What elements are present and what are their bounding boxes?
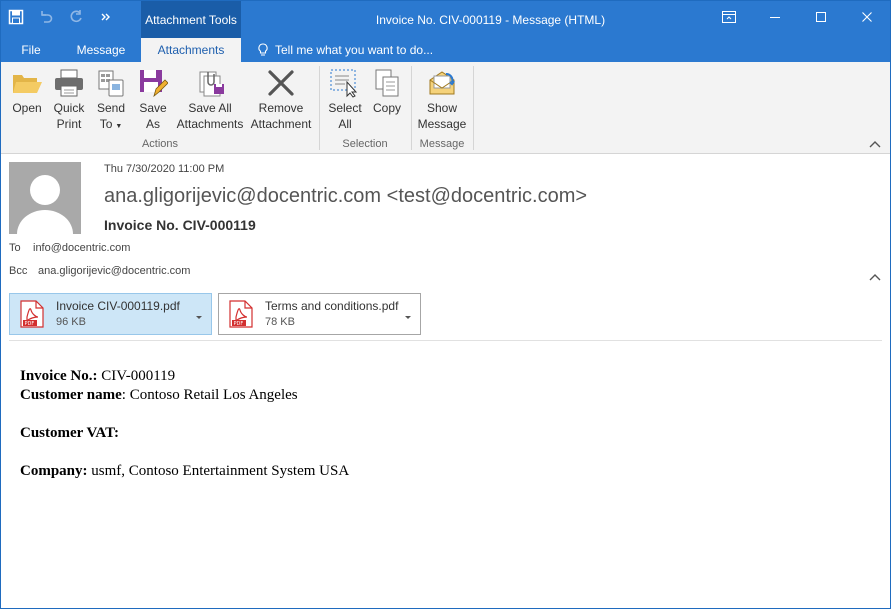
tab-message[interactable]: Message <box>61 38 141 62</box>
select-all-icon <box>328 66 362 100</box>
attachment-dropdown-icon[interactable] <box>404 310 412 324</box>
attachment-name: Invoice CIV-000119.pdf <box>56 299 180 313</box>
message-subject: Invoice No. CIV-000119 <box>104 217 256 233</box>
customize-toolbar-icon[interactable] <box>91 1 121 33</box>
ribbon-separator <box>473 66 474 150</box>
selection-group-label: Selection <box>342 138 388 150</box>
remove-label-2: Attachment <box>250 117 312 131</box>
attachment-dropdown-icon[interactable] <box>195 310 203 324</box>
send-to-label-2: To ▼ <box>99 117 123 131</box>
select-all-label-1: Select <box>328 101 362 115</box>
actions-group-label: Actions <box>141 138 179 150</box>
send-to-label-1: Send <box>96 101 126 115</box>
save-as-button[interactable]: Save As <box>133 66 173 136</box>
attachment-size: 96 KB <box>56 316 86 328</box>
pdf-icon: PDF <box>227 299 255 329</box>
quick-access-toolbar <box>1 1 121 33</box>
show-message-label-2: Message <box>417 117 467 131</box>
customer-line: Customer name: Contoso Retail Los Angele… <box>20 386 349 405</box>
header-divider <box>9 340 882 341</box>
avatar <box>9 162 81 234</box>
remove-attachment-button[interactable]: Remove Attachment <box>247 66 315 136</box>
save-all-attachments-button[interactable]: Save All Attachments <box>175 66 245 136</box>
save-all-attachments-icon <box>193 66 227 100</box>
redo-icon[interactable] <box>61 1 91 33</box>
ribbon-display-options-icon[interactable] <box>706 1 752 33</box>
company-value: usmf, Contoso Entertainment System USA <box>87 463 350 479</box>
chevron-down-icon: ▼ <box>115 123 123 130</box>
invoice-line: Invoice No.: CIV-000119 <box>20 367 349 386</box>
open-button[interactable]: Open <box>7 66 47 136</box>
printer-icon <box>52 66 86 100</box>
send-to-button[interactable]: Send To ▼ <box>91 66 131 136</box>
invoice-label: Invoice No.: <box>20 368 98 384</box>
customer-value: : Contoso Retail Los Angeles <box>121 387 298 403</box>
bcc-recipient[interactable]: ana.gligorijevic@docentric.com <box>38 265 190 277</box>
send-to-icon <box>94 66 128 100</box>
customer-label: Customer name <box>20 387 122 403</box>
save-all-label-2: Attachments <box>176 117 244 131</box>
select-all-label-2: All <box>338 117 352 131</box>
quick-print-label-2: Print <box>56 117 82 131</box>
quick-print-label-1: Quick <box>53 101 85 115</box>
vat-line: Customer VAT: <box>20 424 349 443</box>
attachment-name: Terms and conditions.pdf <box>265 299 399 313</box>
select-all-button[interactable]: Select All <box>325 66 365 136</box>
svg-text:PDF: PDF <box>234 321 244 327</box>
open-folder-icon <box>10 66 44 100</box>
save-as-label-1: Save <box>139 101 167 115</box>
open-label: Open <box>12 101 42 115</box>
save-icon[interactable] <box>1 1 31 33</box>
collapse-ribbon-icon[interactable] <box>868 139 882 151</box>
svg-text:PDF: PDF <box>25 321 35 327</box>
show-message-label-1: Show <box>426 101 458 115</box>
attachment-invoice[interactable]: PDF Invoice CIV-000119.pdf 96 KB <box>9 293 212 335</box>
collapse-header-icon[interactable] <box>868 271 882 285</box>
attachment-size: 78 KB <box>265 316 295 328</box>
outlook-message-window: Attachment Tools Invoice No. CIV-000119 … <box>0 0 891 609</box>
copy-label: Copy <box>372 101 401 115</box>
remove-label-1: Remove <box>258 101 304 115</box>
company-line: Company: usmf, Contoso Entertainment Sys… <box>20 462 349 481</box>
tell-me-text: Tell me what you want to do... <box>275 43 434 57</box>
title-bar: Attachment Tools Invoice No. CIV-000119 … <box>1 1 890 38</box>
pdf-icon: PDF <box>18 299 46 329</box>
invoice-value: CIV-000119 <box>97 368 176 384</box>
attachment-terms[interactable]: PDF Terms and conditions.pdf 78 KB <box>218 293 421 335</box>
close-icon[interactable] <box>844 1 890 33</box>
attachment-tools-context-tab: Attachment Tools <box>141 1 241 38</box>
lightbulb-icon <box>258 43 268 56</box>
copy-button[interactable]: Copy <box>367 66 407 136</box>
to-label: To <box>9 242 21 254</box>
minimize-icon[interactable] <box>752 1 798 33</box>
message-header: Thu 7/30/2020 11:00 PM ana.gligorijevic@… <box>1 154 890 284</box>
ribbon: Open Quick Print Send To ▼ Save As Save … <box>1 62 890 154</box>
tab-attachments[interactable]: Attachments <box>141 38 241 62</box>
save-as-icon <box>136 66 170 100</box>
remove-x-icon <box>264 66 298 100</box>
message-body: Invoice No.: CIV-000119 Customer name: C… <box>20 367 349 481</box>
save-all-label-1: Save All <box>188 101 232 115</box>
undo-icon[interactable] <box>31 1 61 33</box>
message-group-label: Message <box>419 138 465 150</box>
tell-me-search[interactable]: Tell me what you want to do... <box>257 38 433 62</box>
company-label: Company: <box>20 463 88 479</box>
show-message-icon <box>425 66 459 100</box>
sender[interactable]: ana.gligorijevic@docentric.com <test@doc… <box>104 185 587 208</box>
vat-label: Customer VAT: <box>20 425 120 441</box>
window-controls <box>706 1 890 38</box>
window-title: Invoice No. CIV-000119 - Message (HTML) <box>375 12 606 27</box>
ribbon-tab-bar: File Message Attachments Tell me what yo… <box>1 38 890 62</box>
save-as-label-2: As <box>145 117 160 131</box>
tab-file[interactable]: File <box>1 38 61 62</box>
quick-print-button[interactable]: Quick Print <box>49 66 89 136</box>
bcc-label: Bcc <box>9 265 28 277</box>
copy-icon <box>370 66 404 100</box>
to-recipient[interactable]: info@docentric.com <box>33 242 130 254</box>
show-message-button[interactable]: Show Message <box>415 66 469 136</box>
message-datetime: Thu 7/30/2020 11:00 PM <box>104 163 225 175</box>
maximize-icon[interactable] <box>798 1 844 33</box>
